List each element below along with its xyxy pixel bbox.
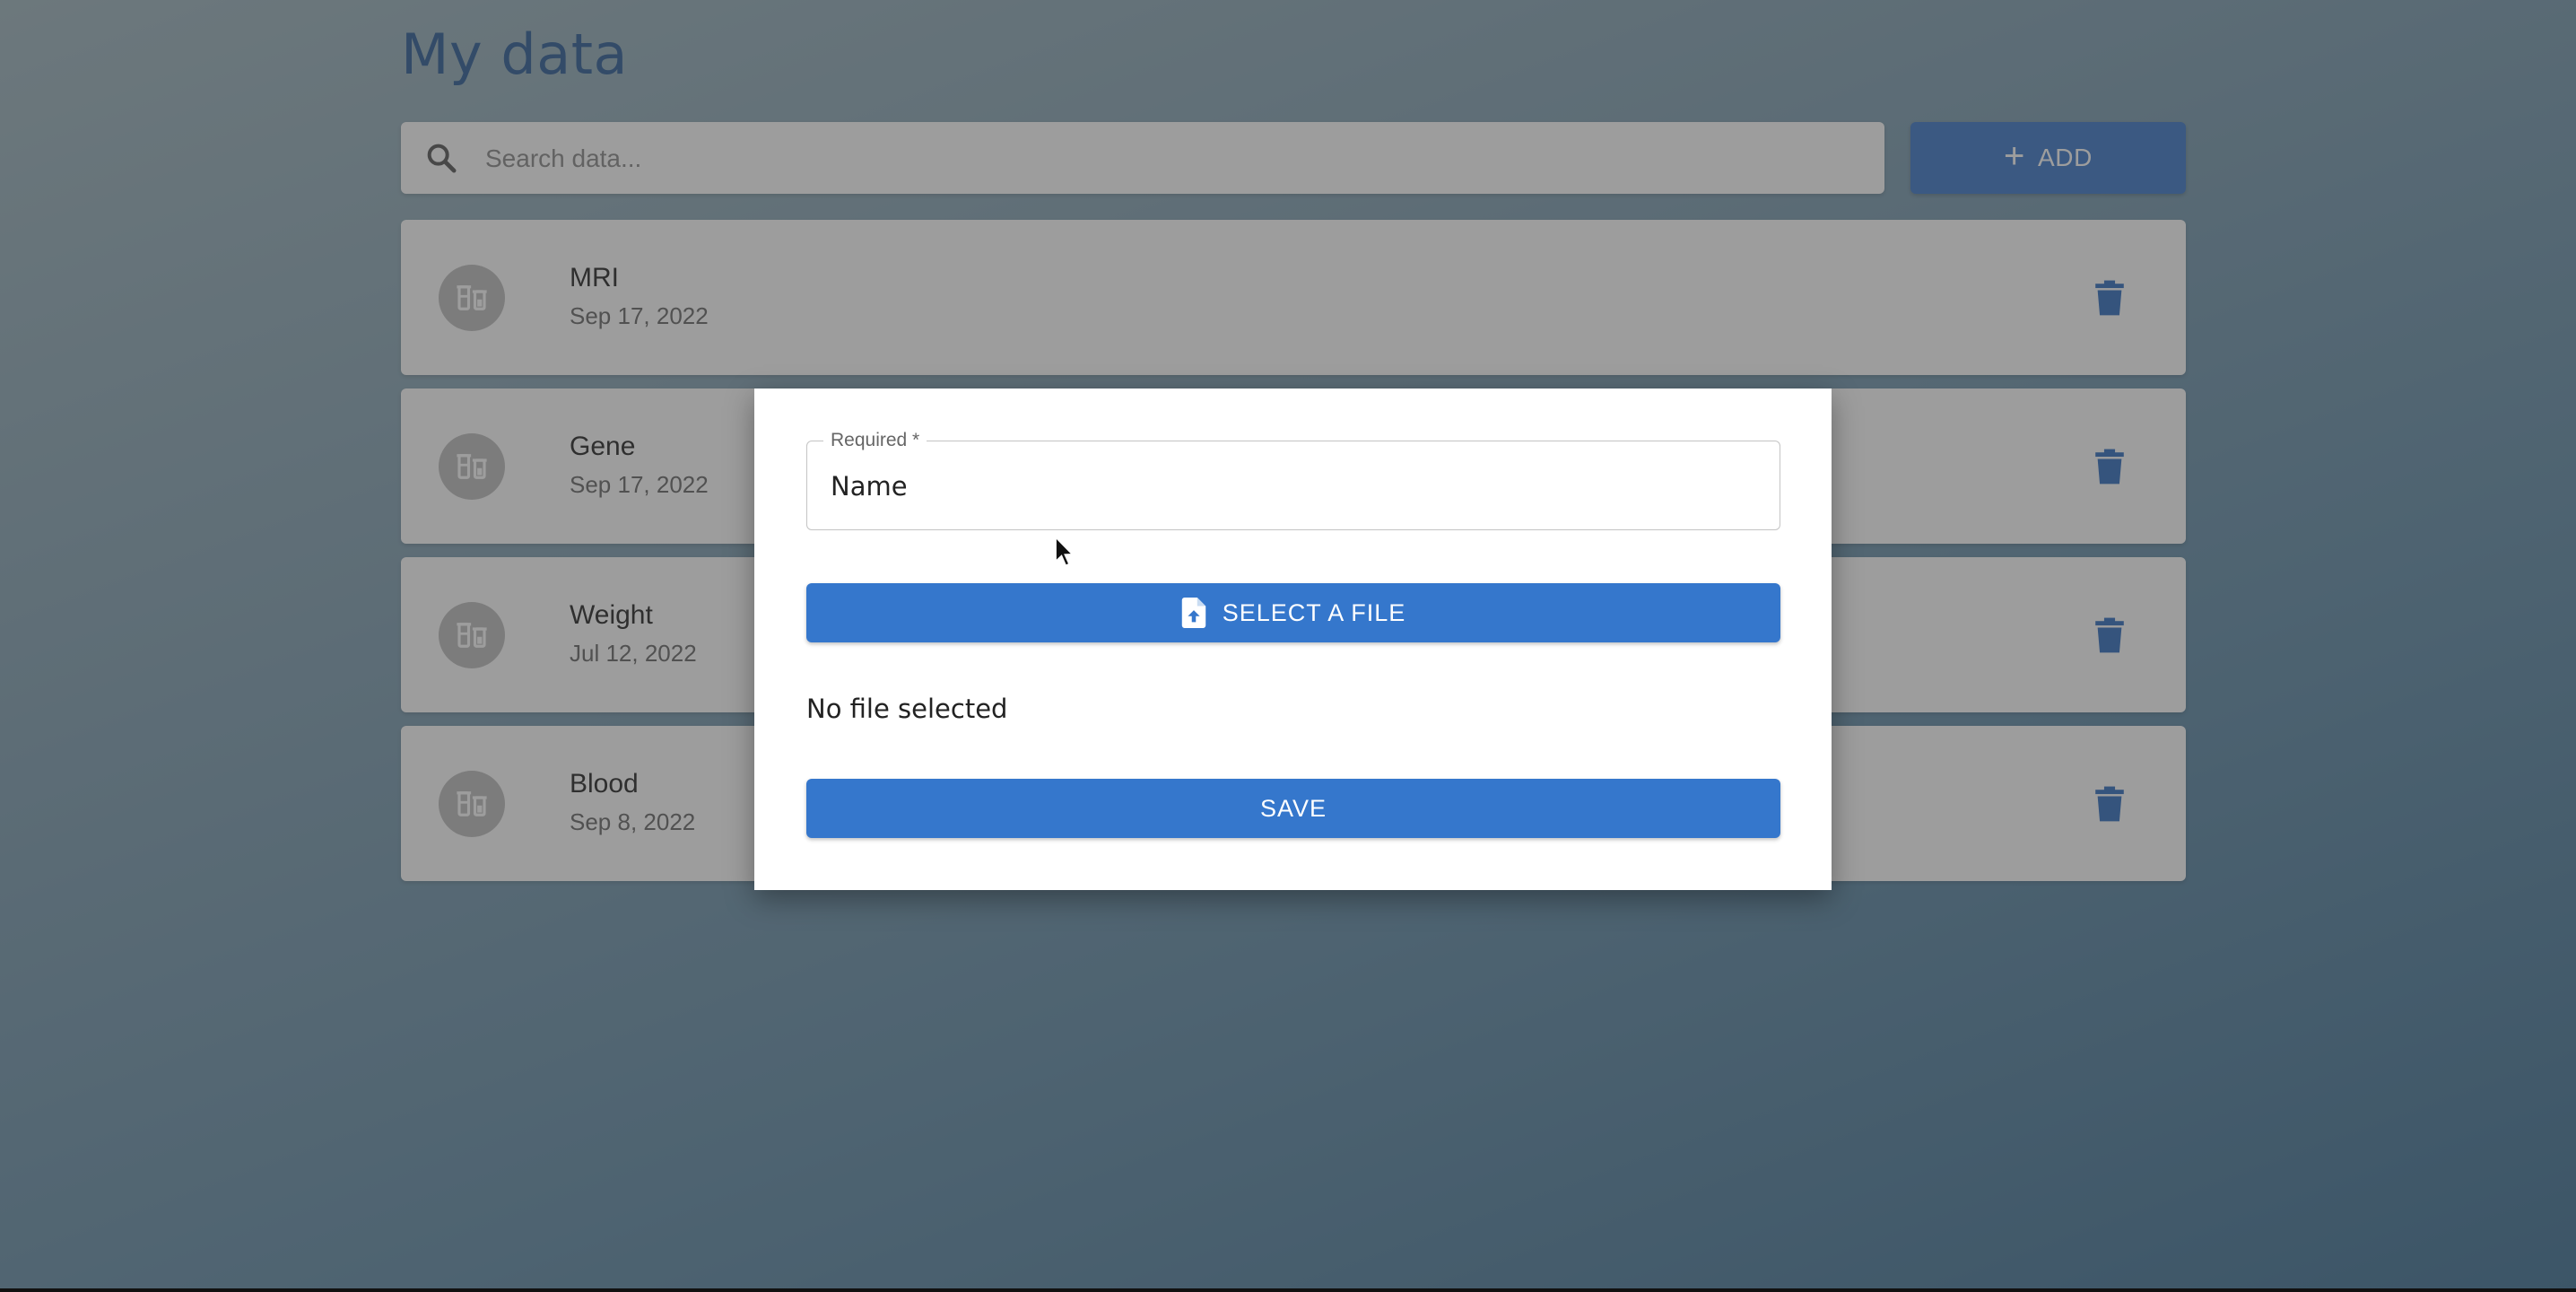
mouse-pointer-icon xyxy=(1055,536,1074,567)
name-field: Required * xyxy=(806,430,1780,530)
save-button[interactable]: SAVE xyxy=(806,779,1780,838)
select-file-button[interactable]: SELECT A FILE xyxy=(806,583,1780,642)
file-status-text: No file selected xyxy=(806,694,1008,724)
add-data-dialog: Required * SELECT A FILE No file selecte… xyxy=(754,388,1832,890)
select-file-label: SELECT A FILE xyxy=(1222,598,1406,626)
screen-bottom-edge xyxy=(0,1288,2576,1292)
page: My data + ADD MRI Sep 17, 202 xyxy=(0,0,2576,1292)
name-field-label: Required * xyxy=(823,430,927,451)
name-input[interactable] xyxy=(829,463,1756,510)
file-upload-icon xyxy=(1181,598,1205,628)
